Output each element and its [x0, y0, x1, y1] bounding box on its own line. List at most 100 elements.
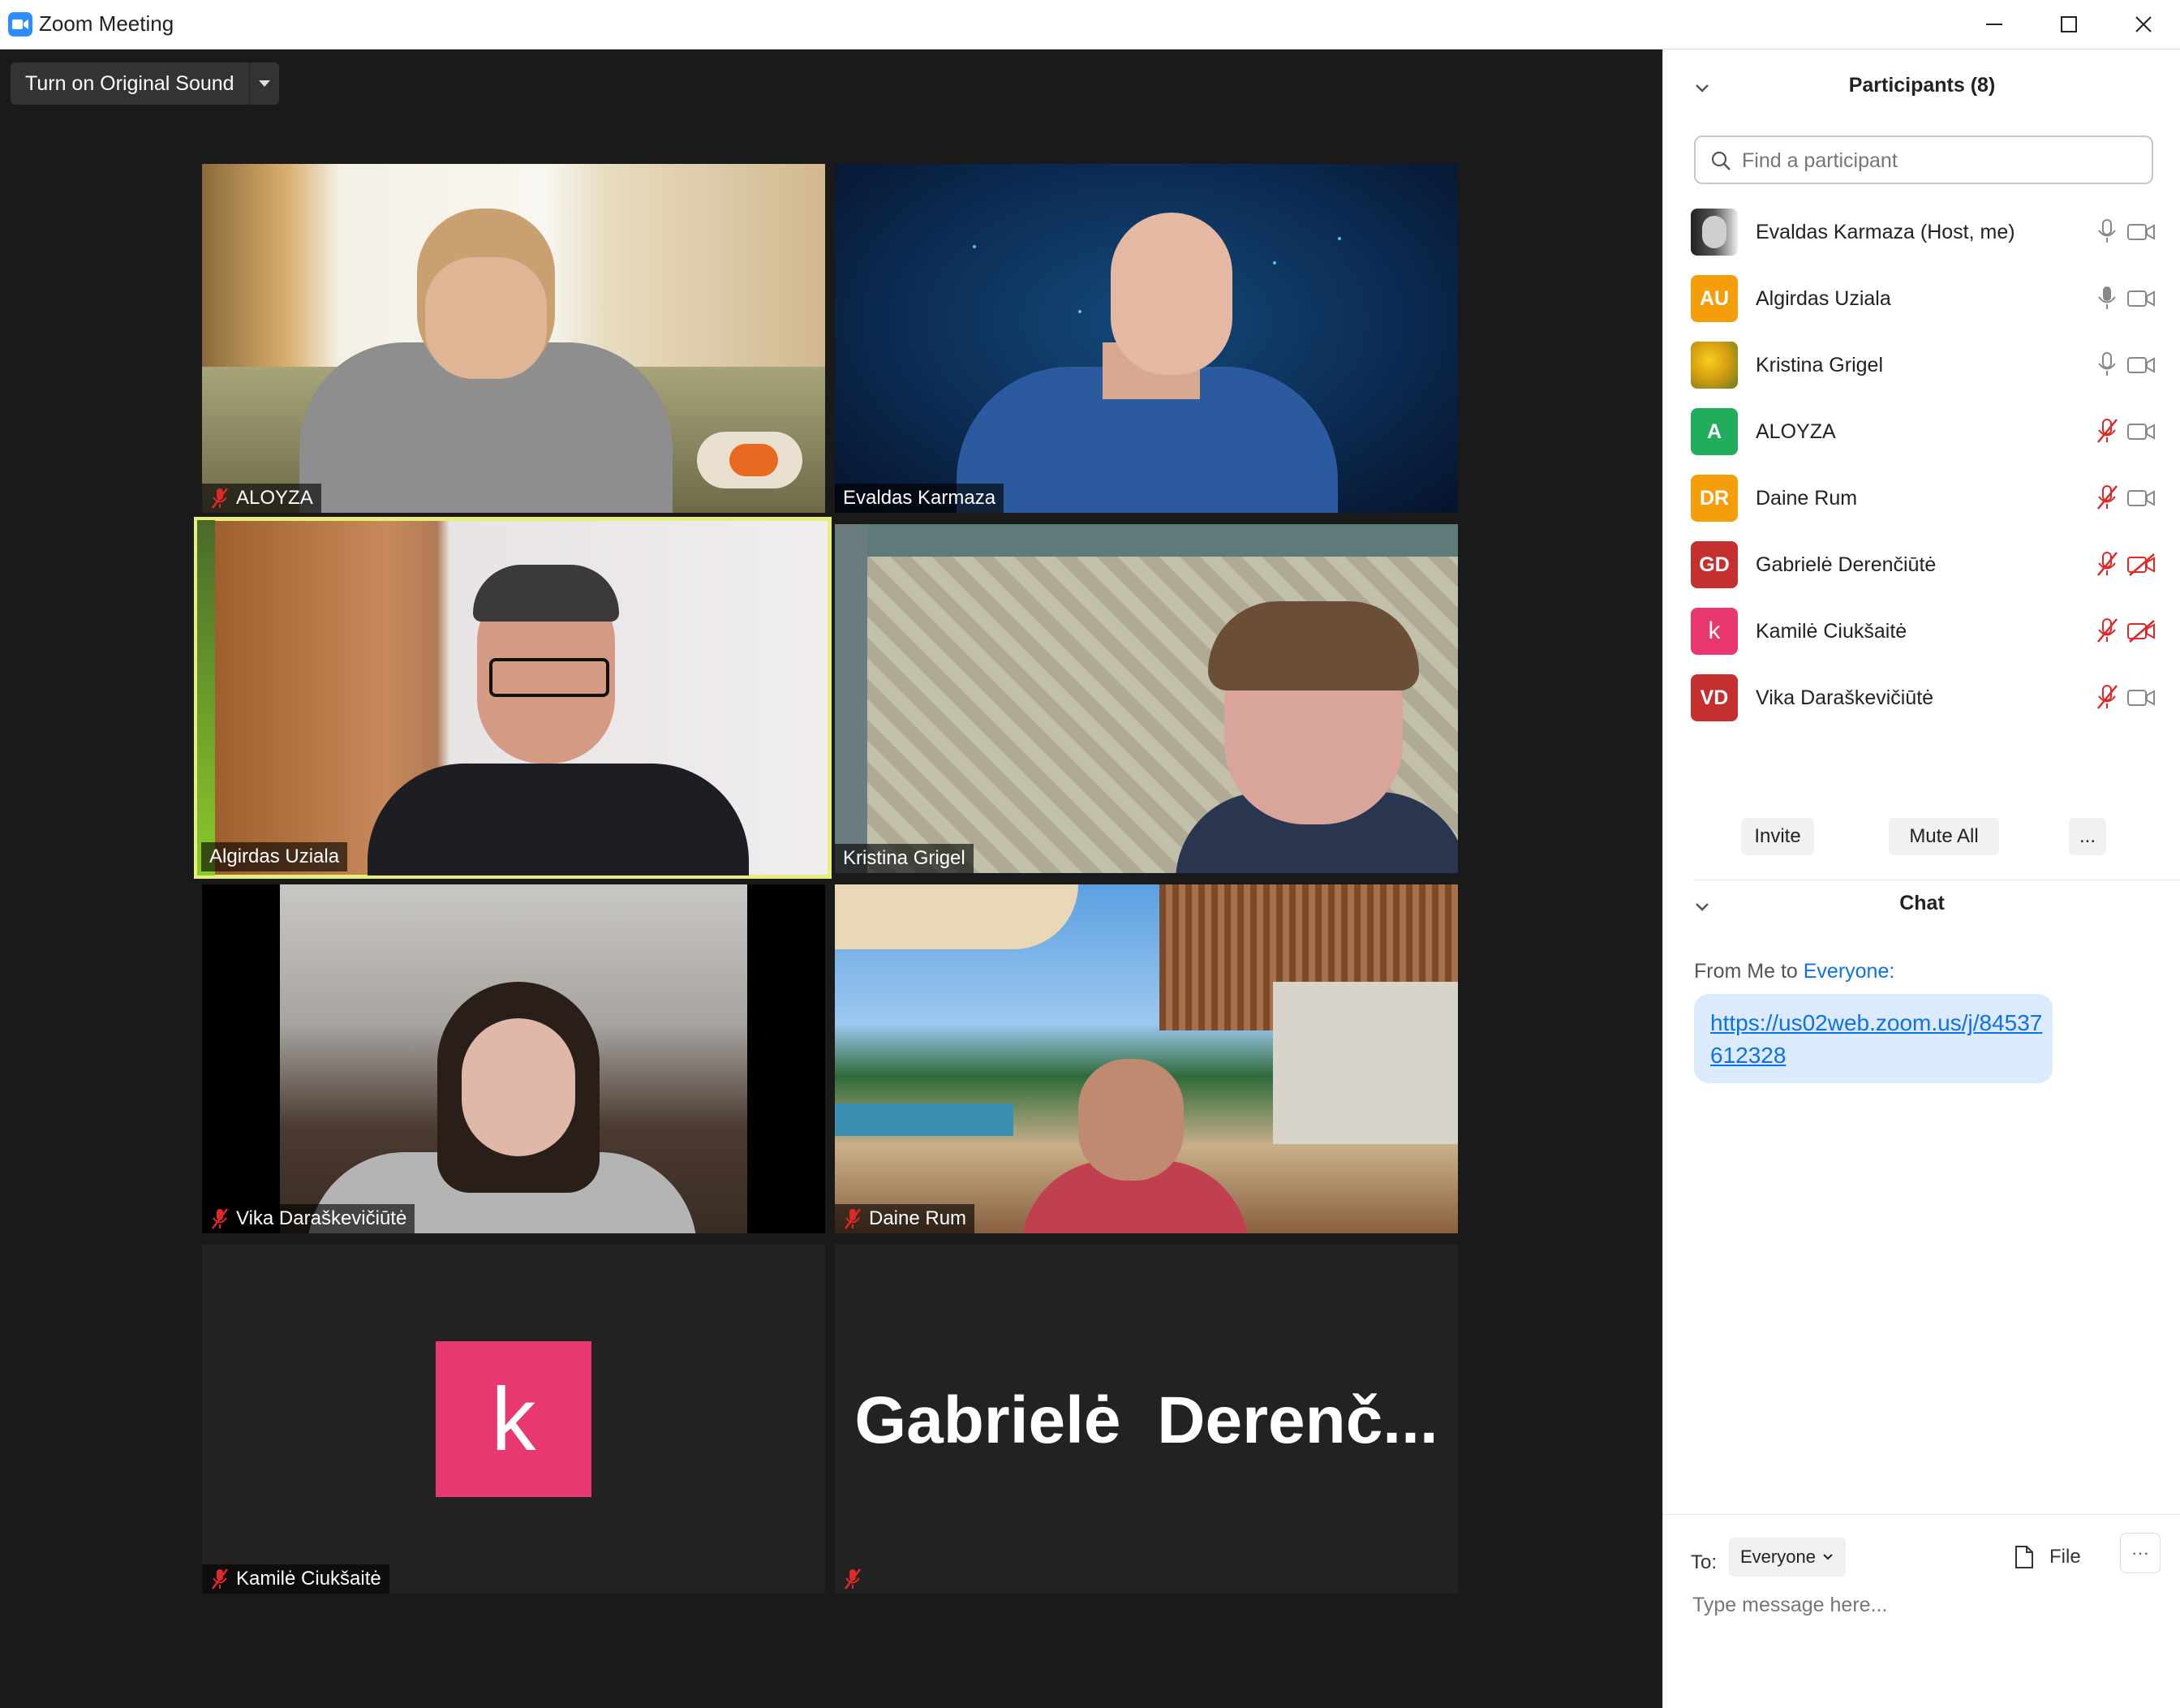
participant-search[interactable]	[1694, 136, 2153, 184]
video-tile-vika-daraskeviciute[interactable]: Vika Daraškevičiūtė	[202, 884, 825, 1233]
participant-name: Evaldas Karmaza	[843, 487, 996, 509]
maximize-button[interactable]	[2032, 0, 2106, 49]
minimize-button[interactable]	[1957, 0, 2032, 49]
close-button[interactable]	[2106, 0, 2180, 49]
mic-icon[interactable]	[2095, 351, 2119, 377]
participant-name: ALOYZA	[1756, 420, 1836, 443]
video-tile-gabriele-derenciute[interactable]: Gabrielė Derenč...	[835, 1245, 1458, 1594]
participant-row[interactable]: AU Algirdas Uziala	[1663, 257, 2180, 324]
video-camera-icon[interactable]	[2126, 353, 2156, 377]
caret-down-icon	[258, 80, 270, 87]
file-label: File	[2049, 1546, 2081, 1568]
more-options-button[interactable]: ...	[2069, 818, 2106, 855]
search-input[interactable]	[1740, 145, 2133, 176]
participant-row[interactable]: VD Vika Daraškevičiūtė	[1663, 656, 2180, 723]
participant-name: Kamilė Ciukšaitė	[1756, 620, 1907, 643]
video-tile-evaldas-karmaza[interactable]: Evaldas Karmaza	[835, 164, 1458, 513]
muted-mic-icon	[845, 1568, 861, 1590]
mic-icon[interactable]	[2095, 218, 2119, 244]
participant-avatar: k	[436, 1341, 591, 1497]
participant-name: Vika Daraškevičiūtė	[1756, 686, 1934, 709]
participant-row[interactable]: k Kamilė Ciukšaitė	[1663, 590, 2180, 656]
muted-mic-icon[interactable]	[2095, 418, 2119, 444]
muted-mic-icon[interactable]	[2095, 684, 2119, 710]
video-tile-algirdas-uziala[interactable]: Algirdas Uziala	[194, 517, 832, 879]
participant-name: Kristina Grigel	[1756, 354, 1883, 376]
muted-mic-icon[interactable]	[2095, 551, 2119, 577]
participant-name: Kristina Grigel	[843, 847, 965, 869]
video-camera-icon[interactable]	[2126, 220, 2156, 244]
chat-from-prefix: From Me to	[1694, 960, 1804, 983]
video-tile-aloyza[interactable]: ALOYZA	[202, 164, 825, 513]
sidebar: Participants (8) Evaldas Karmaza (Host, …	[1662, 49, 2180, 1708]
invite-button[interactable]: Invite	[1741, 818, 1814, 855]
tile-name-label	[835, 1564, 871, 1594]
avatar: DR	[1691, 475, 1738, 522]
video-camera-icon[interactable]	[2126, 686, 2156, 710]
tile-name-label: ALOYZA	[202, 484, 321, 513]
participant-name: Evaldas Karmaza (Host, me)	[1756, 221, 2015, 243]
chat-title: Chat	[1899, 892, 1945, 914]
tile-name-label: Kristina Grigel	[835, 844, 974, 873]
video-tile-daine-rum[interactable]: Daine Rum	[835, 884, 1458, 1233]
muted-mic-icon	[212, 488, 228, 509]
window-title: Zoom Meeting	[39, 11, 174, 36]
chat-input-divider	[1663, 1514, 2180, 1515]
video-camera-icon[interactable]	[2126, 486, 2156, 510]
muted-mic-icon	[845, 1208, 861, 1229]
participant-row[interactable]: A ALOYZA	[1663, 390, 2180, 457]
mute-all-button[interactable]: Mute All	[1889, 818, 1999, 855]
original-sound-button[interactable]: Turn on Original Sound	[11, 62, 249, 105]
file-button[interactable]: File	[2014, 1539, 2081, 1575]
avatar: VD	[1691, 674, 1738, 721]
muted-mic-icon	[212, 1208, 228, 1229]
video-camera-icon[interactable]	[2126, 419, 2156, 444]
tile-name-label: Daine Rum	[835, 1204, 975, 1233]
participant-name: Algirdas Uziala	[1756, 287, 1891, 310]
file-icon	[2015, 1546, 2033, 1568]
video-camera-icon[interactable]	[2126, 286, 2156, 311]
participant-row[interactable]: GD Gabrielė Derenčiūtė	[1663, 523, 2180, 590]
tile-name-label: Algirdas Uziala	[201, 842, 348, 871]
participant-name: ALOYZA	[236, 487, 313, 509]
participant-display-name: Gabrielė Derenč...	[854, 1383, 1438, 1457]
participant-row[interactable]: Kristina Grigel	[1663, 324, 2180, 390]
zoom-app-icon	[8, 12, 32, 37]
avatar: AU	[1691, 275, 1738, 322]
mic-icon[interactable]	[2095, 285, 2119, 311]
chevron-down-icon	[1823, 1554, 1833, 1560]
video-tile-kristina-grigel[interactable]: Kristina Grigel	[835, 524, 1458, 873]
muted-mic-icon[interactable]	[2095, 484, 2119, 510]
video-tile-kamile-ciuksaite[interactable]: k Kamilė Ciukšaitė	[202, 1245, 825, 1594]
recipient-value: Everyone	[1740, 1547, 1816, 1567]
original-sound-dropdown[interactable]	[248, 62, 279, 105]
video-off-icon[interactable]	[2126, 553, 2156, 577]
chat-message-bubble: https://us02web.zoom.us/j/84537612328	[1694, 994, 2053, 1083]
participant-name: Algirdas Uziala	[209, 845, 340, 867]
recipient-dropdown[interactable]: Everyone	[1729, 1538, 1846, 1577]
participant-name: Daine Rum	[869, 1207, 967, 1229]
avatar: A	[1691, 408, 1738, 455]
chat-recipient: Everyone:	[1803, 960, 1895, 983]
participant-name: Daine Rum	[1756, 487, 1858, 510]
avatar	[1691, 342, 1738, 389]
tile-name-label: Kamilė Ciukšaitė	[202, 1564, 389, 1594]
video-stage: Turn on Original Sound ALOYZA Evaldas Ka…	[0, 49, 1662, 1708]
to-label: To:	[1691, 1551, 1718, 1573]
original-sound-control: Turn on Original Sound	[11, 62, 279, 105]
participant-name: Gabrielė Derenčiūtė	[1756, 553, 1937, 576]
video-off-icon[interactable]	[2126, 619, 2156, 643]
chat-sender-line: From Me to Everyone:	[1694, 960, 1894, 983]
muted-mic-icon[interactable]	[2095, 617, 2119, 643]
muted-mic-icon	[212, 1568, 228, 1590]
avatar: GD	[1691, 541, 1738, 588]
search-icon	[1711, 151, 1731, 170]
chat-message-input[interactable]	[1691, 1585, 2148, 1625]
meeting-link[interactable]: https://us02web.zoom.us/j/84537612328	[1710, 1007, 2045, 1072]
chat-more-button[interactable]: ···	[2120, 1533, 2161, 1573]
participant-row[interactable]: DR Daine Rum	[1663, 457, 2180, 523]
tile-name-label: Evaldas Karmaza	[835, 484, 1004, 513]
participants-title: Participants (8)	[1848, 74, 1996, 97]
avatar: k	[1691, 608, 1738, 655]
participant-row[interactable]: Evaldas Karmaza (Host, me)	[1663, 191, 2180, 257]
